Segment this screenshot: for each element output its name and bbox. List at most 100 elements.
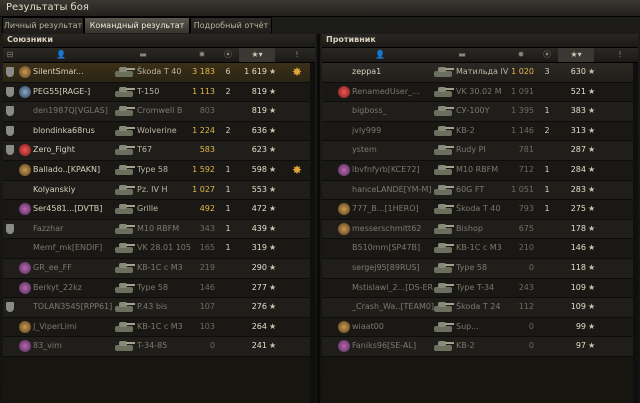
player-name[interactable]: messerschmitt62 [352, 220, 434, 238]
achievement-medal-icon[interactable]: ✸ [291, 163, 303, 177]
player-name[interactable]: Fazzhar [33, 220, 115, 238]
player-name[interactable]: Zero_Fight [33, 141, 115, 159]
table-row[interactable]: SilentSmar... Škoda T 40 3 183 6 1 619 ★ ✸ [3, 63, 315, 83]
table-row[interactable]: Berkyt_22kz Type 58 146 277 ★ [3, 278, 315, 299]
player-name[interactable]: Faniks96[SE-AL] [352, 337, 434, 355]
xp-star-icon: ★ [269, 86, 277, 96]
table-row[interactable]: 83_vim T-34-85 0 241 ★ [3, 337, 315, 357]
xp-value: 819 [251, 106, 267, 116]
xp-column-icon[interactable]: ★▾ [558, 48, 594, 62]
vehicle-column-icon[interactable]: ▬ [422, 48, 502, 62]
panel-divider [317, 34, 320, 403]
player-name[interactable]: TOLAN3545[RPP61] [33, 298, 115, 316]
table-row[interactable]: J_ViperLimi KB-1C с M3 103 264 ★ [3, 317, 315, 338]
xp-value: 109 [570, 302, 586, 312]
xp-column-icon[interactable]: ★▾ [239, 48, 275, 62]
player-name[interactable]: GR_ee_FF [33, 259, 115, 277]
squad-column[interactable]: ⊟ [3, 48, 17, 62]
table-row[interactable]: lbvfnfyrb[KCE72] M10 RBFM 712 1 284 ★ [322, 160, 638, 181]
player-name[interactable]: _Crash_Wa..[TEAM0] [352, 298, 434, 316]
player-name[interactable]: ystem [352, 141, 434, 159]
table-row[interactable]: Memf_mk[ENDIF] VK 28.01 105 165 1 319 ★ [3, 239, 315, 259]
xp-star-icon: ★ [269, 164, 277, 174]
player-name[interactable]: J_ViperLimi [33, 318, 115, 336]
table-row[interactable]: PEG55[RAGE-] T-150 1 113 2 819 ★ [3, 82, 315, 103]
player-column-icon[interactable]: 👤 [340, 48, 420, 62]
player-name[interactable]: 83_vim [33, 337, 115, 355]
kills-column-icon[interactable]: ⦿ [538, 48, 556, 62]
achievement-medal-icon[interactable]: ✸ [291, 65, 303, 79]
clan-emblem-icon [19, 340, 31, 353]
player-name[interactable]: Berkyt_22kz [33, 279, 115, 297]
player-name[interactable]: Ballado..[KPAKN] [33, 161, 115, 179]
player-name[interactable]: zeppa1 [352, 63, 434, 81]
player-name[interactable]: Mstislawl_2...[DS-ER] [352, 279, 434, 297]
table-row[interactable]: messerschmitt62 Bishop 675 178 ★ [322, 219, 638, 240]
table-row[interactable]: bigboss_ СУ-100Y 1 395 1 383 ★ [322, 102, 638, 122]
player-name[interactable]: Memf_mk[ENDIF] [33, 239, 115, 257]
tank-icon [113, 66, 135, 78]
player-name[interactable]: lbvfnfyrb[KCE72] [352, 161, 434, 179]
player-name[interactable]: PEG55[RAGE-] [33, 83, 115, 101]
table-row[interactable]: sergej95[89RUS] Type 58 0 118 ★ [322, 258, 638, 279]
table-row[interactable]: _Crash_Wa..[TEAM0] Škoda T 24 112 109 ★ [322, 298, 638, 318]
table-row[interactable]: Fazzhar M10 RBFM 343 1 439 ★ [3, 219, 315, 240]
tab-personal-result[interactable]: Личный результат [2, 17, 84, 33]
table-row[interactable]: Ser4581...[DVTB] Grille 492 1 472 ★ [3, 200, 315, 220]
table-row[interactable]: wiaat00 Sup... 0 99 ★ [322, 317, 638, 338]
xp-star-icon: ★ [269, 106, 277, 116]
player-name[interactable]: den1987Q[VGLAS] [33, 102, 115, 120]
table-row[interactable]: hanceLANDE[YM-M] 60G FT 1 051 1 283 ★ [322, 180, 638, 201]
player-name[interactable]: RenamedUser_... [352, 83, 434, 101]
damage-value: 107 [199, 302, 215, 312]
player-name[interactable]: hanceLANDE[YM-M] [352, 181, 434, 199]
player-name[interactable]: B510mm[SP47B] [352, 239, 434, 257]
player-name[interactable]: jvly999 [352, 122, 434, 140]
table-row[interactable]: Mstislawl_2...[DS-ER] Type T-34 243 109 ★ [322, 278, 638, 299]
damage-column-icon[interactable]: ✹ [506, 48, 536, 62]
vehicle-column-icon[interactable]: ▬ [103, 48, 183, 62]
player-name[interactable]: blondinka68rus [33, 122, 115, 140]
tab-detailed-report[interactable]: Подробный отчёт [190, 17, 272, 33]
table-row[interactable]: Kolyanskiy Pz. IV H1 027 1 553 ★ [3, 180, 315, 201]
damage-value: 1 091 [511, 86, 534, 96]
table-row[interactable]: Faniks96[SE-AL] KB-2 0 97 ★ [322, 337, 638, 357]
table-row[interactable]: zeppa1 Матильда IV 1 020 3 630 ★ [322, 63, 638, 83]
table-row[interactable]: jvly999 KB-2 1 146 2 313 ★ [322, 121, 638, 142]
tank-gun-shape [445, 107, 454, 110]
player-name[interactable]: Kolyanskiy [33, 181, 115, 199]
clan-emblem-icon [19, 203, 31, 216]
xp-value: 146 [570, 243, 586, 253]
player-name[interactable]: bigboss_ [352, 102, 434, 120]
player-name[interactable]: 777_B...[1HERO] [352, 200, 434, 218]
table-row[interactable]: TOLAN3545[RPP61] P.43 bis 107 276 ★ [3, 298, 315, 318]
table-row[interactable]: ystem Rudy PI 781 287 ★ [322, 141, 638, 161]
table-row[interactable]: GR_ee_FF KB-1C с M3 219 290 ★ [3, 258, 315, 279]
table-row[interactable]: 777_B...[1HERO] Škoda T 40 793 1 275 ★ [322, 200, 638, 220]
enemies-scrollbar[interactable] [633, 63, 638, 403]
kills-column-icon[interactable]: ⦿ [219, 48, 237, 62]
table-row[interactable]: den1987Q[VGLAS] Cromwell B 803 819 ★ [3, 102, 315, 122]
table-row[interactable]: B510mm[SP47B] KB-1C с M3 210 146 ★ [322, 239, 638, 259]
damage-column-icon[interactable]: ✹ [187, 48, 217, 62]
table-row[interactable]: Ballado..[KPAKN] Type 58 1 592 1 598 ★ ✸ [3, 160, 315, 181]
medals-column-icon[interactable]: ! [608, 48, 632, 62]
kills-value [540, 298, 554, 316]
tank-icon [113, 125, 135, 137]
table-row[interactable]: RenamedUser_... VK 30.02 M1 091 521 ★ [322, 82, 638, 103]
damage-value: 712 [518, 164, 534, 174]
tank-gun-shape [445, 165, 454, 168]
allies-scrollbar[interactable] [310, 63, 315, 403]
player-name[interactable]: sergej95[89RUS] [352, 259, 434, 277]
player-name[interactable]: Ser4581...[DVTB] [33, 200, 115, 218]
tab-team-result[interactable]: Командный результат [84, 17, 190, 33]
table-row[interactable]: blondinka68rus Wolverine 1 224 2 636 ★ [3, 121, 315, 142]
damage-value: 1 027 [192, 184, 215, 194]
table-row[interactable]: Zero_Fight T67 583 623 ★ [3, 141, 315, 161]
tank-icon [113, 321, 135, 333]
medals-column-icon[interactable]: ! [285, 48, 309, 62]
player-name[interactable]: SilentSmar... [33, 63, 115, 81]
kills-value: 1 [544, 184, 550, 194]
player-column-icon[interactable]: 👤 [21, 48, 101, 62]
player-name[interactable]: wiaat00 [352, 318, 434, 336]
